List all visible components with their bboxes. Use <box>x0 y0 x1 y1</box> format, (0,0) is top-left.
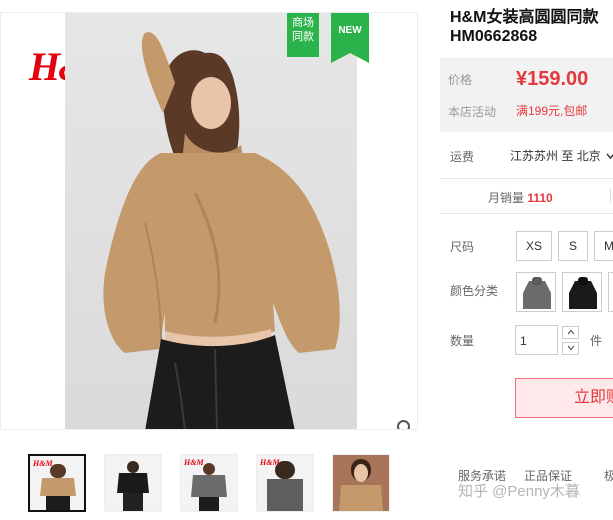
mall-same-style-badge: 商场 同款 <box>287 13 319 57</box>
thumbnail-2[interactable] <box>104 454 162 512</box>
divider <box>610 188 611 202</box>
watermark: 知乎 @Penny木暮 <box>458 483 580 500</box>
thumbnail-logo: H&M <box>33 459 53 468</box>
thumbnail-strip: H&M H&M H&M <box>0 450 420 520</box>
monthly-sales: 月销量 1110 <box>488 189 553 206</box>
product-title-line-1: H&M女装高圆圆同款 <box>450 9 599 26</box>
thumbnail-logo: H&M <box>184 458 204 467</box>
new-badge: NEW <box>331 13 369 63</box>
chevron-up-icon[interactable] <box>562 326 579 339</box>
color-swatch-camel[interactable] <box>608 272 613 312</box>
price-value: ¥159.00 <box>516 68 589 90</box>
thumbnail-logo: H&M <box>260 458 280 467</box>
price-label: 价格 <box>448 73 473 87</box>
monthly-sales-label: 月销量 <box>488 191 525 205</box>
thumbnail-1[interactable]: H&M <box>28 454 86 512</box>
size-label: 尺码 <box>450 240 475 254</box>
monthly-sales-count: 1110 <box>527 191 553 205</box>
buy-now-button[interactable]: 立即购买 <box>515 378 613 418</box>
color-label: 颜色分类 <box>450 284 499 298</box>
main-product-image[interactable]: H&M <box>0 12 418 430</box>
divider <box>440 178 613 179</box>
shipping-label: 运费 <box>450 150 475 164</box>
shipping-route: 江苏苏州 至 北京 <box>510 149 601 163</box>
promo-label: 本店活动 <box>448 105 497 119</box>
chevron-down-icon[interactable] <box>562 342 579 355</box>
chevron-down-icon <box>606 153 613 160</box>
size-option-m[interactable]: M <box>594 231 613 261</box>
quantity-label: 数量 <box>450 334 475 348</box>
product-title-line-2: HM0662868 <box>450 28 538 45</box>
shipping-destination[interactable]: 江苏苏州 至 北京 <box>510 147 613 164</box>
product-info-panel: H&M女装高圆圆同款 HM0662868 价格 ¥159.00 本店活动 满19… <box>440 0 613 520</box>
size-option-xs[interactable]: XS <box>516 231 552 261</box>
thumbnail-5[interactable] <box>332 454 390 512</box>
model-photo <box>65 13 357 429</box>
product-title: H&M女装高圆圆同款 HM0662868 <box>450 8 613 46</box>
color-swatch-grey[interactable] <box>516 272 556 312</box>
promo-value: 满199元,包邮 <box>516 104 588 118</box>
product-gallery: H&M <box>0 0 420 520</box>
size-option-s[interactable]: S <box>558 231 588 261</box>
color-swatch-black[interactable] <box>562 272 602 312</box>
divider <box>440 213 613 214</box>
service-item-more[interactable]: 极 <box>604 467 613 484</box>
magnifier-icon[interactable] <box>396 419 414 430</box>
thumbnail-4[interactable]: H&M <box>256 454 314 512</box>
quantity-unit: 件 <box>590 334 603 348</box>
price-box: 价格 ¥159.00 本店活动 满199元,包邮 <box>440 58 613 132</box>
quantity-input[interactable]: 1 <box>515 325 558 355</box>
thumbnail-3[interactable]: H&M <box>180 454 238 512</box>
